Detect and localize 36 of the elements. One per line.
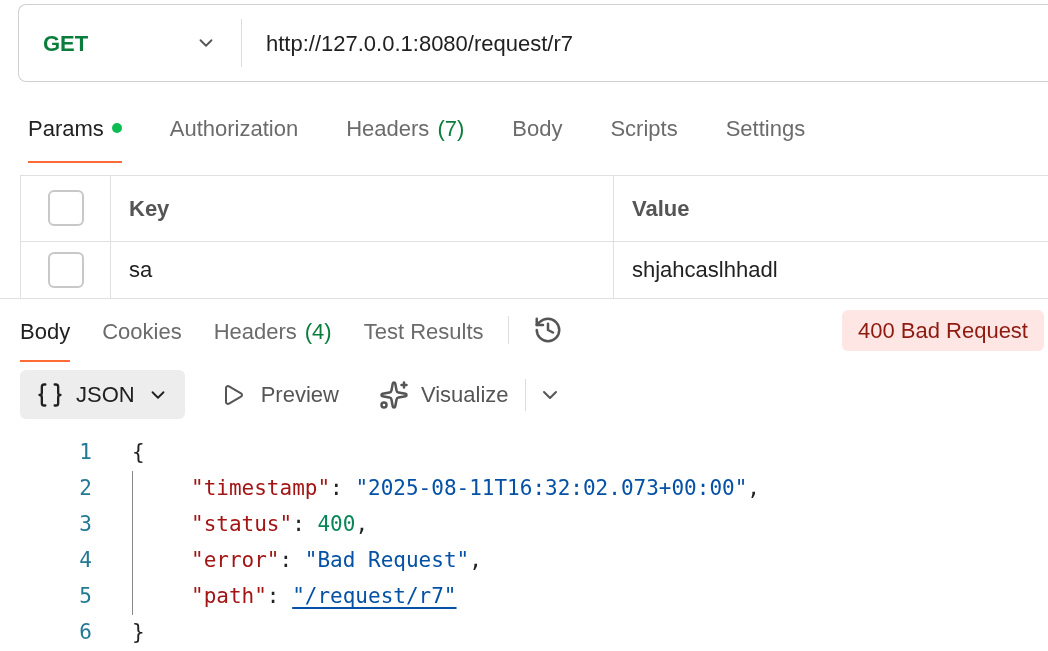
preview-button[interactable]: Preview xyxy=(220,378,339,412)
code-line: "status": 400, xyxy=(132,507,369,543)
response-tab[interactable]: Headers (4) xyxy=(213,298,332,363)
url-field[interactable]: http://127.0.0.1:8080/request/r7 xyxy=(242,26,573,60)
column-header: Value xyxy=(631,194,691,223)
status-badge: 400 Bad Request xyxy=(841,309,1044,351)
request-tab[interactable]: Params xyxy=(28,111,122,163)
line-number: 2 xyxy=(78,475,92,503)
braces-icon xyxy=(36,380,64,409)
line-number: 6 xyxy=(78,619,92,647)
request-tab[interactable]: Body xyxy=(512,111,563,163)
visualize-button[interactable]: Visualize xyxy=(378,378,509,412)
table-cell-text: shjahcaslhhadl xyxy=(631,256,779,285)
request-tab[interactable]: Headers (7) xyxy=(346,111,465,163)
request-tab[interactable]: Scripts xyxy=(610,111,678,163)
code-line: "path": "/request/r7" xyxy=(132,579,457,615)
response-tab[interactable]: Cookies xyxy=(102,298,182,363)
line-number: 5 xyxy=(78,583,92,611)
format-dropdown[interactable]: JSON xyxy=(20,370,185,419)
checkbox[interactable] xyxy=(47,251,84,288)
code-line: "error": "Bad Request", xyxy=(132,543,482,579)
line-number: 4 xyxy=(78,547,92,575)
code-line: { xyxy=(132,439,145,467)
column-header: Key xyxy=(111,175,614,241)
request-tab[interactable]: Authorization xyxy=(169,111,299,163)
sparkles-icon xyxy=(378,379,409,410)
code-line: "timestamp": "2025-08-11T16:32:02.073+00:00", xyxy=(132,471,760,507)
line-number: 3 xyxy=(78,511,92,539)
method-dropdown[interactable]: GET xyxy=(19,26,241,60)
request-tab[interactable]: Settings xyxy=(725,111,806,163)
checkbox[interactable] xyxy=(47,190,84,227)
response-tab[interactable]: Body xyxy=(20,298,71,363)
line-number: 1 xyxy=(78,439,92,467)
table-cell: sa xyxy=(111,241,614,298)
code-line: } xyxy=(132,619,145,647)
response-tab[interactable]: Test Results xyxy=(363,298,484,363)
